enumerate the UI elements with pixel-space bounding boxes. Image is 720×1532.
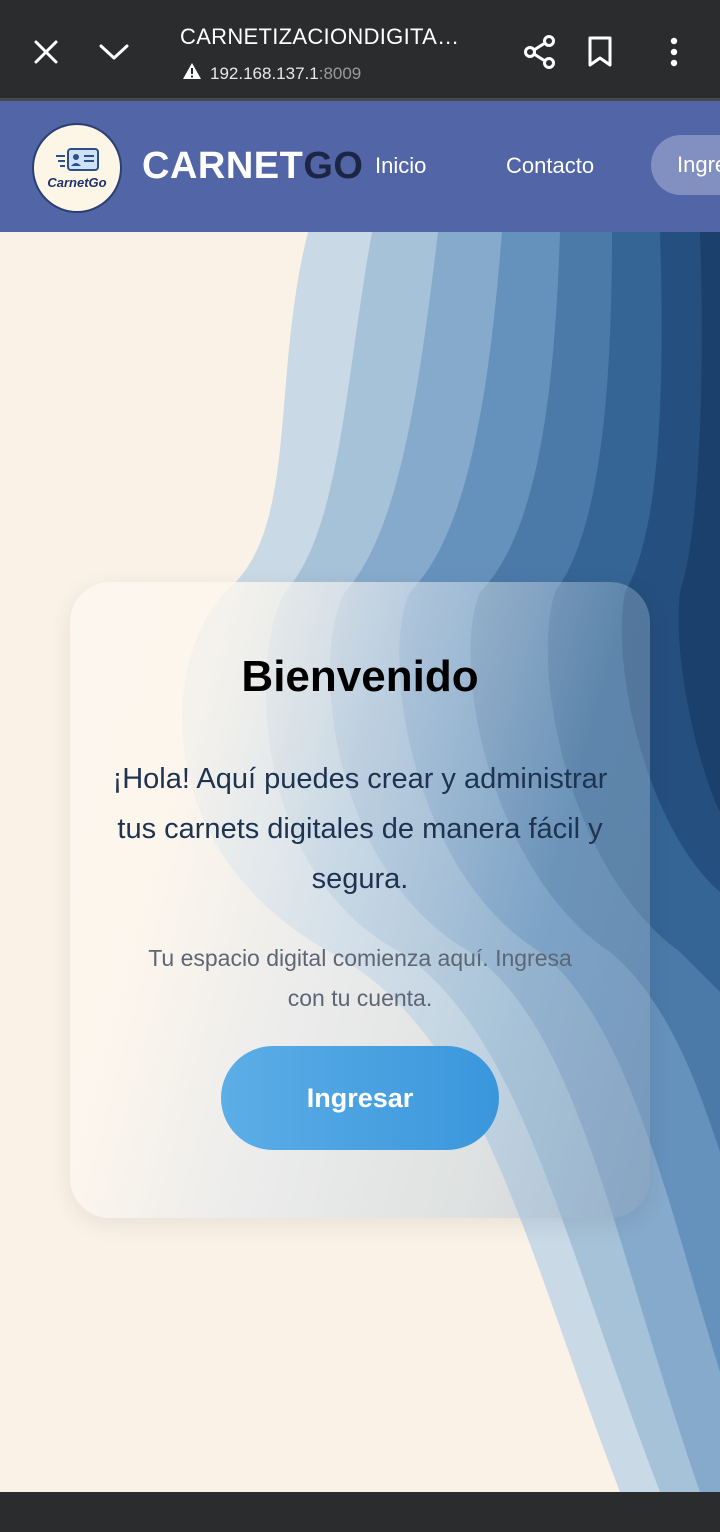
hero-section: Bienvenido ¡Hola! Aquí puedes crear y ad…: [0, 232, 720, 1492]
brand-part-1: CARNET: [142, 145, 304, 187]
warning-icon: [182, 62, 202, 85]
system-nav-bar: [0, 1492, 720, 1532]
url-port: :8009: [318, 63, 362, 83]
welcome-text: ¡Hola! Aquí puedes crear y administrar t…: [112, 763, 608, 895]
nav-link-inicio[interactable]: Inicio: [375, 153, 426, 179]
chevron-down-icon[interactable]: [94, 30, 134, 74]
browser-toolbar: CARNETIZACIONDIGITA… 192.168.137.1:8009: [0, 0, 720, 101]
logo[interactable]: CarnetGo: [32, 123, 122, 213]
ingresar-button[interactable]: Ingresar: [221, 1046, 499, 1150]
more-vert-icon[interactable]: [654, 30, 694, 74]
close-icon[interactable]: [26, 30, 66, 74]
welcome-title: Bienvenido: [241, 652, 479, 701]
url-display[interactable]: 192.168.137.1:8009: [182, 62, 361, 85]
url-host: 192.168.137.1: [210, 63, 319, 83]
id-card-icon: [56, 147, 99, 171]
page-title: CARNETIZACIONDIGITA…: [180, 24, 460, 49]
bookmark-icon[interactable]: [580, 30, 620, 74]
welcome-subtext: Tu espacio digital comienza aquí. Ingres…: [148, 945, 572, 1011]
site-header: CarnetGo CARNETGO Inicio Contacto Ingres…: [0, 101, 720, 232]
share-icon[interactable]: [520, 30, 560, 74]
nav-login-button[interactable]: Ingresar: [651, 135, 720, 195]
brand-name[interactable]: CARNETGO: [142, 145, 363, 188]
nav-link-contacto[interactable]: Contacto: [506, 153, 594, 179]
brand-part-2: GO: [303, 145, 364, 187]
logo-text: CarnetGo: [47, 174, 107, 190]
welcome-card: Bienvenido ¡Hola! Aquí puedes crear y ad…: [70, 582, 650, 1218]
